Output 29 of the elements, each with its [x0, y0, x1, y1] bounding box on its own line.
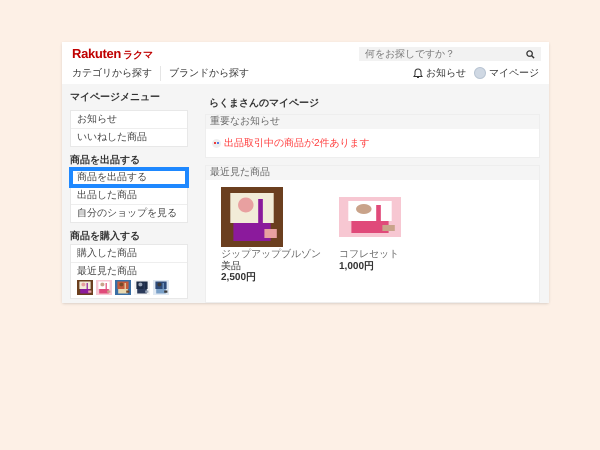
notice-dots-icon: [212, 138, 221, 148]
product-name[interactable]: ジップアップブルゾン: [221, 249, 321, 261]
sidebar-menu-item[interactable]: 購入した商品: [71, 245, 187, 262]
sidebar-heading: 商品を購入する: [70, 229, 141, 244]
product-name[interactable]: コフレセット: [339, 249, 399, 261]
logo-kana: ラクマ: [123, 49, 154, 64]
sidebar-menu-item[interactable]: いいねした商品: [71, 128, 187, 146]
sidebar-heading: 商品を出品する: [70, 153, 141, 168]
product-condition: 美品: [221, 261, 242, 272]
sidebar-title: マイページメニュー: [70, 92, 161, 105]
notice-link[interactable]: 出品取引中の商品が2件あります: [224, 136, 370, 150]
notifications-link[interactable]: お知らせ: [426, 66, 466, 80]
page-title: らくまさんのマイページ: [208, 97, 320, 111]
mypage-link[interactable]: マイページ: [489, 66, 539, 80]
search-field[interactable]: 何をお探しですか？: [359, 47, 541, 61]
logo-text: Rakuten: [72, 45, 122, 64]
sidebar-menu-item[interactable]: お知らせ: [71, 111, 187, 128]
sidebar-menu-item[interactable]: 自分のショップを見る: [71, 204, 187, 222]
nav-link[interactable]: ブランドから探す: [161, 66, 257, 80]
nav-link[interactable]: カテゴリから探す: [72, 66, 161, 80]
product-price: 2,500円: [221, 272, 258, 284]
sidebar-menu-item[interactable]: 出品した商品: [71, 186, 187, 204]
product-price: 1,000円: [339, 261, 376, 273]
card-heading: 最近見た商品: [206, 166, 539, 180]
card-heading: 重要なお知らせ: [206, 115, 539, 129]
bell-icon[interactable]: [413, 68, 423, 78]
sidebar-menu-item[interactable]: 最近見た商品: [71, 262, 187, 298]
search-icon[interactable]: [526, 50, 535, 58]
sidebar-menu-item[interactable]: 商品を出品する: [71, 169, 187, 186]
